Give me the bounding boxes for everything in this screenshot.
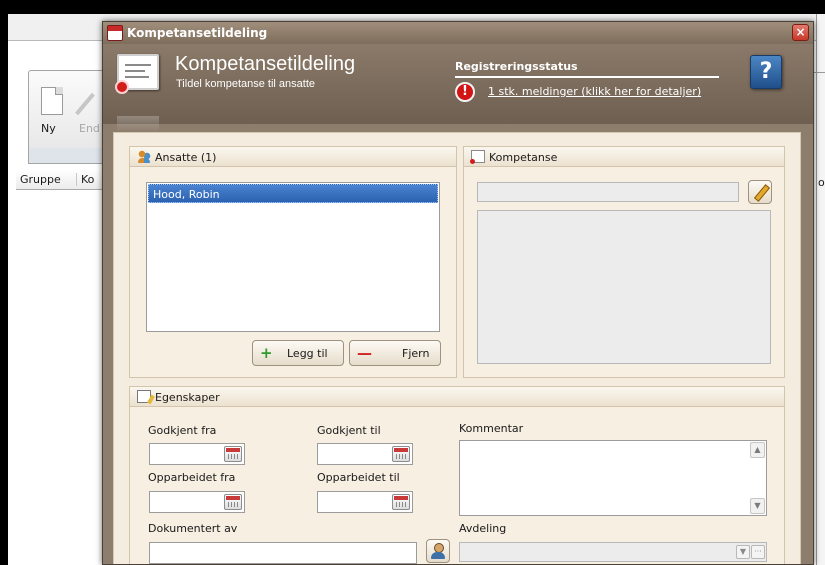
scroll-up-icon[interactable]: ▲ xyxy=(750,442,765,458)
approved-from-date[interactable] xyxy=(149,443,245,465)
calendar-icon[interactable] xyxy=(224,494,242,510)
approved-to-date[interactable] xyxy=(317,443,413,465)
header-title: Kompetansetildeling xyxy=(175,53,356,75)
earned-from-label: Opparbeidet fra xyxy=(148,471,236,484)
column-header-group[interactable]: Gruppe xyxy=(20,173,61,186)
edit-button-label[interactable]: End xyxy=(79,122,100,135)
comment-label: Kommentar xyxy=(459,422,524,435)
remove-employee-button[interactable]: — Fjern xyxy=(349,340,441,366)
employees-panel: Ansatte (1) Hood, Robin + Legg til — Fje… xyxy=(129,146,457,378)
competence-panel-header: Kompetanse xyxy=(464,147,784,167)
scroll-down-icon[interactable]: ▼ xyxy=(750,498,765,514)
certificate-line xyxy=(125,64,151,66)
certificate-small-icon xyxy=(470,150,485,164)
list-item[interactable]: Hood, Robin xyxy=(148,184,438,203)
header-subtitle: Tildel kompetanse til ansatte xyxy=(176,78,315,90)
ellipsis-icon: ··· xyxy=(751,545,765,559)
department-label: Avdeling xyxy=(459,522,507,535)
add-employee-button[interactable]: + Legg til xyxy=(252,340,344,366)
close-button[interactable]: × xyxy=(792,24,809,41)
new-button-label[interactable]: Ny xyxy=(41,122,56,135)
employees-panel-header: Ansatte (1) xyxy=(130,147,456,167)
chevron-down-icon: ▼ xyxy=(736,545,750,559)
certificate-reflection xyxy=(117,116,159,132)
properties-panel-title: Egenskaper xyxy=(155,391,220,404)
certificate-icon xyxy=(115,54,159,94)
certificate-seal xyxy=(115,80,129,94)
department-combobox: ▼ ··· xyxy=(459,542,767,562)
earned-from-date[interactable] xyxy=(149,491,245,513)
dialog-content: Ansatte (1) Hood, Robin + Legg til — Fje… xyxy=(113,132,801,564)
earned-to-label: Opparbeidet til xyxy=(317,471,400,484)
add-button-label: Legg til xyxy=(287,347,328,360)
column-header-second[interactable]: Ko xyxy=(76,173,94,186)
status-divider xyxy=(455,76,719,78)
competence-details-area xyxy=(477,210,771,364)
calendar-icon[interactable] xyxy=(392,494,410,510)
dialog-titlebar[interactable]: Kompetansetildeling × xyxy=(103,22,813,44)
dialog-header: Kompetansetildeling Tildel kompetanse ti… xyxy=(103,44,813,132)
comment-scrollbar[interactable]: ▲ ▼ xyxy=(750,442,765,514)
documented-by-field[interactable] xyxy=(149,542,417,564)
help-icon[interactable]: ? xyxy=(750,55,782,89)
competence-panel-title: Kompetanse xyxy=(489,151,558,164)
registration-status-title: Registreringsstatus xyxy=(455,60,578,73)
properties-panel-header: Egenskaper xyxy=(130,387,784,407)
earned-to-date[interactable] xyxy=(317,491,413,513)
employees-panel-title: Ansatte (1) xyxy=(155,151,217,164)
error-icon: ! xyxy=(455,82,475,102)
properties-panel: Egenskaper Godkjent fra Godkjent til Opp… xyxy=(129,386,785,564)
plus-icon: + xyxy=(260,344,273,362)
edit-pencil-icon xyxy=(75,92,95,116)
dialog-window-title: Kompetansetildeling xyxy=(127,26,268,40)
edit-competence-button[interactable] xyxy=(748,180,772,204)
people-icon xyxy=(137,150,151,163)
competence-panel: Kompetanse xyxy=(463,146,785,378)
employees-list[interactable]: Hood, Robin xyxy=(146,182,440,332)
remove-button-label: Fjern xyxy=(402,347,430,360)
minus-icon: — xyxy=(357,344,372,362)
certificate-line xyxy=(125,70,145,72)
comment-textarea[interactable]: ▲ ▼ xyxy=(459,440,767,516)
app-logo-icon xyxy=(107,25,123,41)
competence-field xyxy=(477,182,739,202)
background-right-text: op xyxy=(818,176,825,189)
documented-by-label: Dokumentert av xyxy=(148,522,238,535)
approved-from-label: Godkjent fra xyxy=(148,424,217,437)
select-person-button[interactable] xyxy=(426,539,450,563)
calendar-icon[interactable] xyxy=(224,446,242,462)
calendar-icon[interactable] xyxy=(392,446,410,462)
competence-dialog: Kompetansetildeling × Kompetansetildelin… xyxy=(102,21,814,565)
certificate-line xyxy=(125,76,149,78)
background-right-edge xyxy=(816,14,825,565)
new-document-icon[interactable] xyxy=(41,87,63,115)
properties-icon xyxy=(137,390,151,403)
status-messages-link[interactable]: 1 stk. meldinger (klikk her for detaljer… xyxy=(488,85,701,98)
approved-to-label: Godkjent til xyxy=(317,424,381,437)
